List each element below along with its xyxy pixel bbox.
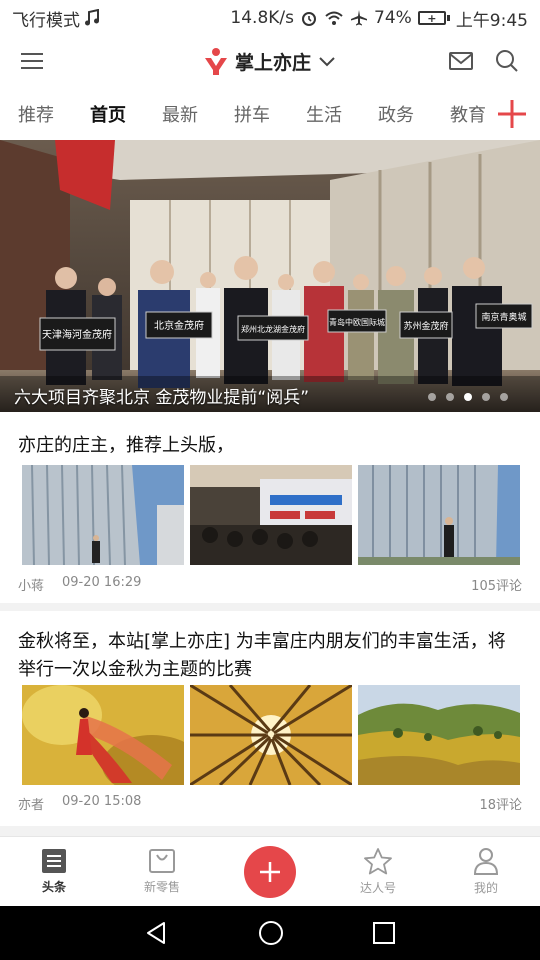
article-card[interactable]: 金秋将至，本站[掌上亦庄] 为丰富庄内朋友们的丰富生活，将举行一次以金秋为主题的…	[0, 611, 540, 826]
nav-label: 头条	[41, 880, 66, 894]
article-thumbnail[interactable]	[358, 685, 520, 785]
carousel-indicator	[428, 393, 508, 401]
banner-sign-3: 郑州北龙湖金茂府	[241, 324, 305, 334]
plus-icon	[260, 861, 280, 882]
back-icon[interactable]	[144, 920, 170, 946]
airplane-icon	[351, 10, 368, 26]
nav-publish[interactable]	[216, 837, 324, 906]
category-tabs: 推荐 首页 最新 拼车 生活 政务 教育	[0, 88, 540, 140]
tab-carpool[interactable]: 拼车	[216, 101, 288, 127]
divider	[0, 826, 540, 836]
shopping-bag-icon	[149, 849, 175, 873]
airplane-mode-label: 飞行模式	[12, 10, 80, 31]
nav-headlines[interactable]: 头条	[0, 837, 108, 906]
banner-sign-2: 北京金茂府	[154, 319, 204, 332]
news-list-icon	[42, 849, 66, 873]
nav-label: 我的	[473, 881, 498, 895]
article-author[interactable]: 小蒋	[18, 575, 44, 594]
banner-sign-4: 青岛中欧国际城	[329, 317, 385, 327]
article-thumbnail[interactable]	[22, 465, 184, 565]
banner-caption: 六大项目齐聚北京 金茂物业提前“阅兵”	[14, 388, 310, 408]
tab-government[interactable]: 政务	[360, 101, 432, 127]
tab-recommend[interactable]: 推荐	[0, 101, 72, 127]
article-meta: 小蒋 09-20 16:29 105评论	[18, 575, 522, 594]
banner-image: 天津海河金茂府 北京金茂府 郑州北龙湖金茂府 青岛中欧国际城 苏州金茂府 南京青…	[0, 140, 540, 412]
publish-button[interactable]	[244, 845, 296, 898]
battery-percentage: 74%	[374, 8, 412, 28]
nav-profile[interactable]: 我的	[432, 837, 540, 906]
recents-icon[interactable]	[372, 921, 396, 945]
app-logo-icon	[204, 48, 227, 75]
tab-latest[interactable]: 最新	[144, 101, 216, 127]
person-icon	[473, 848, 499, 875]
carousel-dot[interactable]	[446, 393, 454, 401]
clock: 上午9:45	[455, 10, 528, 31]
app-title[interactable]: 掌上亦庄	[235, 48, 311, 75]
carousel-dot[interactable]	[428, 393, 436, 401]
banner-sign-5: 苏州金茂府	[403, 320, 448, 332]
banner-sign-1: 天津海河金茂府	[42, 328, 112, 341]
article-card[interactable]: 亦庄的庄主，推荐上头版， 小蒋 09-20 16:29 105评论	[0, 412, 540, 602]
banner-sign-6: 南京青奥城	[481, 311, 526, 323]
app-header: 掌上亦庄	[0, 36, 540, 86]
article-thumbnails	[22, 685, 520, 785]
article-thumbnails	[22, 465, 520, 565]
article-time: 09-20 16:29	[62, 575, 142, 590]
system-navigation-bar	[0, 906, 540, 960]
battery-icon: +	[417, 11, 450, 25]
article-meta: 亦者 09-20 15:08 18评论	[18, 794, 522, 813]
nav-label: 新零售	[143, 880, 180, 894]
alarm-icon	[302, 12, 317, 26]
article-thumbnail[interactable]	[190, 465, 352, 565]
tab-life[interactable]: 生活	[288, 101, 360, 127]
chevron-down-icon[interactable]	[317, 54, 337, 68]
home-icon[interactable]	[257, 919, 285, 947]
divider	[0, 603, 540, 611]
search-icon[interactable]	[494, 48, 520, 74]
article-comments[interactable]: 18评论	[479, 794, 522, 813]
article-thumbnail[interactable]	[358, 465, 520, 565]
mail-icon[interactable]	[448, 50, 474, 72]
article-comments[interactable]: 105评论	[471, 575, 522, 594]
article-title[interactable]: 亦庄的庄主，推荐上头版，	[18, 432, 522, 460]
carousel-dot-active[interactable]	[464, 393, 472, 401]
add-tab-icon[interactable]	[494, 96, 530, 132]
carousel-dot[interactable]	[500, 393, 508, 401]
article-thumbnail[interactable]	[22, 685, 184, 785]
banner-carousel[interactable]: 天津海河金茂府 北京金茂府 郑州北龙湖金茂府 青岛中欧国际城 苏州金茂府 南京青…	[0, 140, 540, 412]
status-bar: 飞行模式 14.8K/s 74% + 上午9:45	[0, 0, 540, 36]
menu-icon[interactable]	[20, 51, 46, 71]
music-note-icon	[85, 9, 99, 26]
article-author[interactable]: 亦者	[18, 794, 44, 813]
article-time: 09-20 15:08	[62, 794, 142, 809]
wifi-icon	[325, 11, 343, 25]
nav-new-retail[interactable]: 新零售	[108, 837, 216, 906]
bottom-navigation: 头条 新零售 达人号 我的	[0, 836, 540, 906]
article-thumbnail[interactable]	[190, 685, 352, 785]
star-icon	[364, 848, 392, 875]
tab-home[interactable]: 首页	[72, 101, 144, 127]
article-title[interactable]: 金秋将至，本站[掌上亦庄] 为丰富庄内朋友们的丰富生活，将举行一次以金秋为主题的…	[18, 628, 522, 684]
nav-label: 达人号	[359, 881, 396, 895]
carousel-dot[interactable]	[482, 393, 490, 401]
network-speed: 14.8K/s	[230, 8, 295, 28]
nav-experts[interactable]: 达人号	[324, 837, 432, 906]
